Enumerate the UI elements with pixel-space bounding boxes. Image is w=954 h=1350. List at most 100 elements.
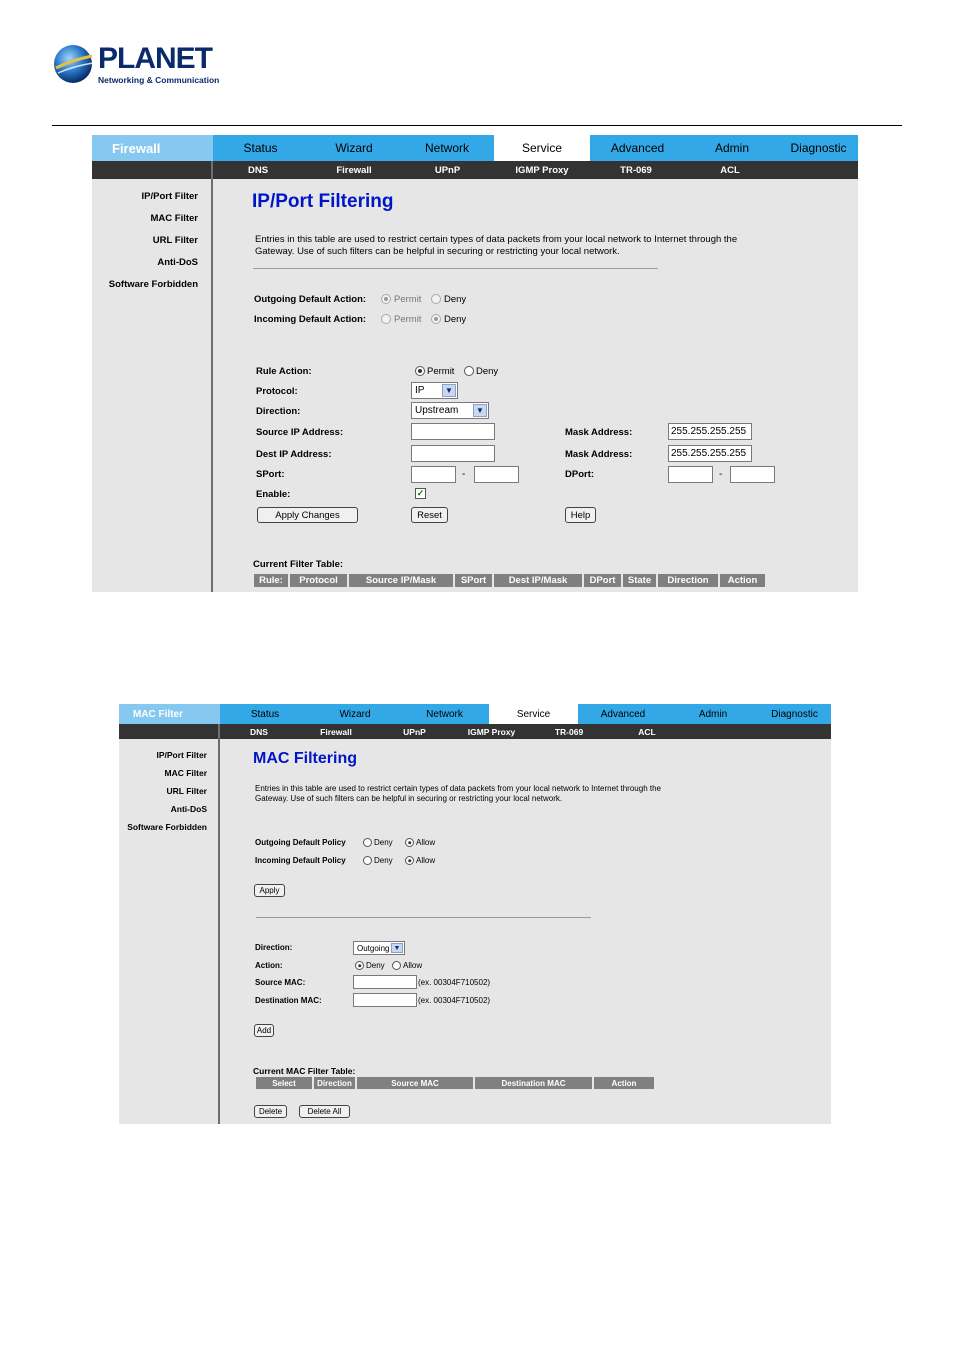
tab-wizard[interactable]: Wizard — [310, 704, 400, 724]
incoming-default-action-label: Incoming Default Action: — [254, 314, 367, 325]
globe-icon — [54, 45, 94, 83]
tab-diagnostic[interactable]: Diagnostic — [779, 135, 858, 161]
direction-select[interactable]: Outgoing ▼ — [353, 941, 405, 955]
rule-action-deny-radio[interactable] — [464, 366, 474, 376]
divider — [256, 917, 591, 918]
col-rule: Rule: — [254, 574, 290, 587]
incoming-deny-radio[interactable] — [431, 314, 441, 324]
source-mask-input[interactable]: 255.255.255.255 — [668, 423, 752, 440]
sidebar-item-mac-filter[interactable]: MAC Filter — [151, 213, 199, 224]
outgoing-allow-radio[interactable] — [405, 838, 414, 847]
help-button[interactable]: Help — [565, 507, 596, 523]
incoming-allow-radio[interactable] — [405, 856, 414, 865]
incoming-permit-label: Permit — [394, 314, 422, 325]
outgoing-permit-radio[interactable] — [381, 294, 391, 304]
subtab-igmp-proxy[interactable]: IGMP Proxy — [507, 161, 577, 179]
apply-button[interactable]: Apply — [254, 884, 285, 897]
outgoing-default-policy-label: Outgoing Default Policy — [255, 838, 346, 847]
tab-admin[interactable]: Admin — [668, 704, 758, 724]
sidebar-item-anti-dos[interactable]: Anti-DoS — [157, 257, 198, 268]
subtab-igmp-proxy[interactable]: IGMP Proxy — [459, 724, 524, 739]
col-dport: DPort — [584, 574, 623, 587]
chevron-down-icon: ▼ — [442, 384, 456, 397]
header-rule — [52, 125, 902, 126]
filter-table-header: Rule: Protocol Source IP/Mask SPort Dest… — [254, 574, 765, 587]
dport-end-input[interactable] — [730, 466, 775, 483]
tab-service[interactable]: Service — [489, 704, 578, 724]
action-label: Action: — [255, 961, 283, 970]
incoming-deny-radio[interactable] — [363, 856, 372, 865]
destination-mac-input[interactable] — [353, 993, 417, 1007]
add-button[interactable]: Add — [254, 1024, 274, 1037]
dport-start-input[interactable] — [668, 466, 713, 483]
sidebar-item-ip-port-filter[interactable]: IP/Port Filter — [142, 191, 198, 202]
outgoing-deny-radio[interactable] — [431, 294, 441, 304]
dest-mask-input[interactable]: 255.255.255.255 — [668, 445, 752, 462]
dest-mask-label: Mask Address: — [565, 449, 633, 460]
sport-start-input[interactable] — [411, 466, 456, 483]
apply-changes-button[interactable]: Apply Changes — [257, 507, 358, 523]
destination-mac-label: Destination MAC: — [255, 996, 322, 1005]
subtab-firewall[interactable]: Firewall — [324, 161, 384, 179]
tab-status[interactable]: Status — [213, 135, 308, 161]
subtab-dns[interactable]: DNS — [238, 161, 278, 179]
subtab-tr069[interactable]: TR-069 — [612, 161, 660, 179]
tab-service[interactable]: Service — [494, 135, 590, 161]
sport-end-input[interactable] — [474, 466, 519, 483]
sidebar-item-software-forbidden[interactable]: Software Forbidden — [109, 279, 198, 290]
col-select: Select — [256, 1077, 314, 1089]
action-deny-radio[interactable] — [355, 961, 364, 970]
source-mac-input[interactable] — [353, 975, 417, 989]
sidebar-item-mac-filter[interactable]: MAC Filter — [165, 768, 208, 778]
direction-value: Outgoing — [357, 943, 390, 953]
col-dest-ip-mask: Dest IP/Mask — [494, 574, 584, 587]
rule-action-permit-radio[interactable] — [415, 366, 425, 376]
outgoing-deny-radio[interactable] — [363, 838, 372, 847]
subtab-acl[interactable]: ACL — [712, 161, 748, 179]
sidebar-item-anti-dos[interactable]: Anti-DoS — [171, 804, 207, 814]
direction-label: Direction: — [255, 943, 293, 952]
subtab-upnp[interactable]: UPnP — [425, 161, 470, 179]
direction-label: Direction: — [256, 406, 301, 417]
col-protocol: Protocol — [290, 574, 349, 587]
source-ip-input[interactable] — [411, 423, 495, 440]
dport-range-dash: - — [719, 469, 723, 480]
incoming-permit-radio[interactable] — [381, 314, 391, 324]
tab-network[interactable]: Network — [400, 135, 494, 161]
page-title: MAC Filtering — [253, 750, 357, 767]
action-allow-radio[interactable] — [392, 961, 401, 970]
enable-checkbox[interactable]: ✓ — [415, 488, 426, 499]
col-sport: SPort — [455, 574, 494, 587]
page-description: Entries in this table are used to restri… — [255, 784, 661, 804]
outgoing-deny-label: Deny — [444, 294, 467, 305]
subtab-tr069[interactable]: TR-069 — [549, 724, 589, 739]
reset-button[interactable]: Reset — [411, 507, 448, 523]
subtab-dns[interactable]: DNS — [239, 724, 279, 739]
dport-label: DPort: — [565, 469, 595, 480]
source-mask-label: Mask Address: — [565, 427, 633, 438]
tab-advanced[interactable]: Advanced — [578, 704, 668, 724]
sub-nav: DNS Firewall UPnP IGMP Proxy TR-069 ACL — [119, 724, 831, 739]
enable-label: Enable: — [256, 489, 291, 500]
dest-ip-input[interactable] — [411, 445, 495, 462]
direction-select[interactable]: Upstream ▼ — [411, 402, 489, 419]
sidebar-item-software-forbidden[interactable]: Software Forbidden — [127, 822, 207, 832]
incoming-deny-label: Deny — [374, 856, 393, 865]
sidebar-item-ip-port-filter[interactable]: IP/Port Filter — [156, 750, 207, 760]
sub-nav: DNS Firewall UPnP IGMP Proxy TR-069 ACL — [92, 161, 858, 179]
tab-wizard[interactable]: Wizard — [308, 135, 400, 161]
protocol-select[interactable]: IP ▼ — [411, 382, 458, 399]
delete-button[interactable]: Delete — [254, 1105, 287, 1118]
subtab-acl[interactable]: ACL — [629, 724, 665, 739]
tab-network[interactable]: Network — [400, 704, 489, 724]
tab-admin[interactable]: Admin — [685, 135, 779, 161]
sidebar-item-url-filter[interactable]: URL Filter — [167, 786, 207, 796]
delete-all-button[interactable]: Delete All — [299, 1105, 350, 1118]
tab-diagnostic[interactable]: Diagnostic — [758, 704, 831, 724]
tab-advanced[interactable]: Advanced — [590, 135, 685, 161]
subtab-firewall[interactable]: Firewall — [311, 724, 361, 739]
sidebar-item-url-filter[interactable]: URL Filter — [153, 235, 198, 246]
subtab-upnp[interactable]: UPnP — [397, 724, 432, 739]
action-allow-label: Allow — [403, 961, 423, 970]
tab-status[interactable]: Status — [220, 704, 310, 724]
